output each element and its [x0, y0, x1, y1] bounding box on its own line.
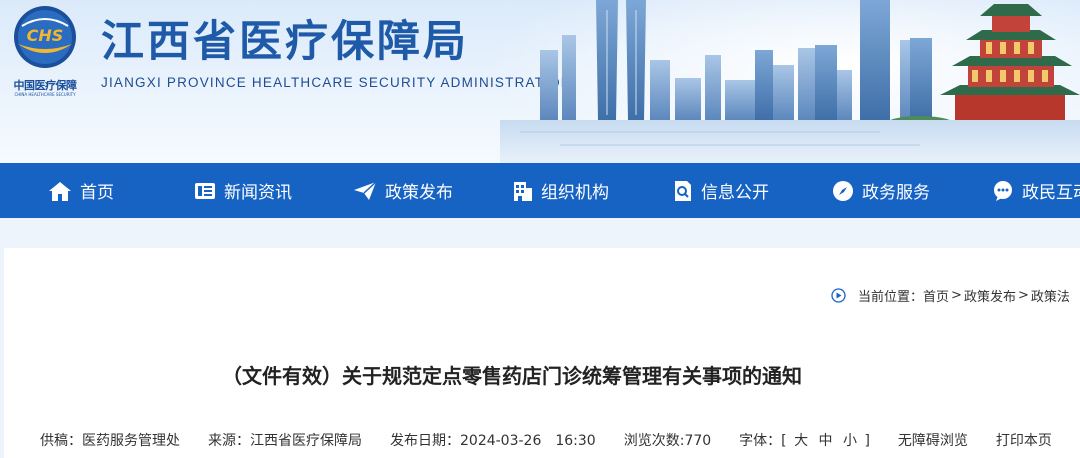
nav-label: 新闻资讯	[224, 183, 292, 203]
nav-item-home[interactable]: 首页	[48, 163, 114, 218]
nav-label: 政务服务	[862, 183, 930, 203]
accessibility-link[interactable]: 无障碍浏览	[898, 430, 968, 450]
nav-label: 政民互动	[1022, 183, 1080, 203]
font-size-bracket: ]	[864, 433, 870, 449]
nav-item-organization[interactable]: 组织机构	[513, 163, 609, 218]
breadcrumb-separator: >	[951, 288, 962, 303]
logo-abbr: CHS	[27, 26, 64, 45]
breadcrumb-separator: >	[1017, 288, 1029, 303]
article-panel: 当前位置： 首页 > 政策发布 > 政策法 （文件有效）关于规范定点零售药店门诊…	[4, 248, 1080, 458]
font-size-control: 字体：[ 大 中 小 ]	[739, 430, 870, 450]
breadcrumb-prefix: 当前位置：	[858, 290, 924, 305]
location-arrow-icon	[831, 288, 846, 303]
send-icon	[354, 180, 377, 200]
meta-source: 来源：江西省医疗保障局	[208, 430, 362, 450]
nav-item-info-disclosure[interactable]: 信息公开	[673, 163, 769, 218]
meta-source-label: 来源：	[208, 433, 250, 449]
chs-logo[interactable]: CHS	[12, 4, 78, 70]
breadcrumb-policy-law[interactable]: 政策法	[1031, 286, 1070, 305]
article-meta: 供稿：医药服务管理处 来源：江西省医疗保障局 发布日期：2024-03-26 1…	[40, 429, 1080, 451]
meta-supplier: 供稿：医药服务管理处	[40, 430, 180, 450]
search-doc-icon	[675, 180, 691, 201]
meta-date: 发布日期：2024-03-26 16:30	[390, 430, 596, 450]
breadcrumb-home[interactable]: 首页	[923, 286, 949, 305]
meta-supplier-label: 供稿：	[40, 433, 82, 449]
main-nav: 首页 新闻资讯 政策发布 组织机构 信息公开 政务服务 政民互	[0, 163, 1080, 218]
meta-views: 浏览次数:770	[624, 430, 711, 450]
font-medium-button[interactable]: 中	[819, 433, 833, 449]
site-title: 江西省医疗保障局	[101, 17, 469, 67]
news-icon	[195, 182, 215, 199]
meta-date-value: 2024-03-26 16:30	[460, 433, 596, 449]
breadcrumb: 当前位置： 首页 > 政策发布 > 政策法	[831, 286, 1070, 305]
meta-views-value: 770	[684, 433, 712, 449]
font-large-button[interactable]: 大	[794, 433, 808, 449]
header-banner: CHS 中国医疗保障 CHINA HEALTHCARE SECURITY 江西省…	[0, 0, 1080, 163]
meta-supplier-value: 医药服务管理处	[82, 433, 180, 449]
meta-date-label: 发布日期：	[390, 433, 460, 449]
nav-label: 信息公开	[701, 183, 769, 203]
nav-item-interaction[interactable]: 政民互动	[992, 163, 1080, 218]
home-icon	[49, 181, 71, 201]
building-icon	[514, 181, 532, 201]
print-link[interactable]: 打印本页	[996, 430, 1052, 450]
compass-icon	[833, 180, 853, 201]
font-size-label: 字体：[	[739, 433, 787, 449]
nav-item-gov-service[interactable]: 政务服务	[832, 163, 930, 218]
article-title: （文件有效）关于规范定点零售药店门诊统筹管理有关事项的通知	[222, 364, 802, 388]
meta-source-value: 江西省医疗保障局	[250, 433, 362, 449]
pagoda-illustration	[940, 4, 1080, 125]
nav-item-news[interactable]: 新闻资讯	[194, 163, 292, 218]
nav-item-policy[interactable]: 政策发布	[353, 163, 453, 218]
meta-views-label: 浏览次数:	[623, 433, 685, 449]
city-skyline-illustration	[500, 0, 1080, 163]
nav-label: 首页	[80, 183, 114, 203]
chat-icon	[994, 180, 1012, 201]
logo-cn-text: 中国医疗保障	[13, 79, 78, 92]
logo-en-text: CHINA HEALTHCARE SECURITY	[14, 92, 76, 97]
breadcrumb-policy[interactable]: 政策发布	[964, 286, 1016, 305]
font-small-button[interactable]: 小	[843, 433, 857, 449]
nav-label: 政策发布	[385, 183, 453, 203]
nav-label: 组织机构	[541, 183, 609, 203]
